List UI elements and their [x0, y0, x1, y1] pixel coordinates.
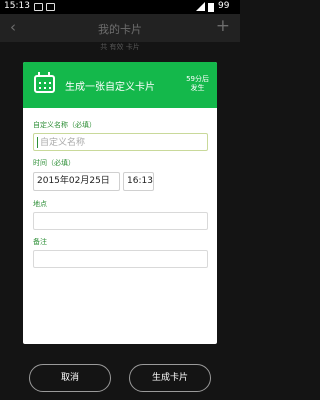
location-label: 地点 [33, 200, 47, 208]
create-card-dialog: 生成一张自定义卡片 59分后 发生 自定义名称（必填） 时间（必填） 2015年… [23, 62, 217, 344]
countdown-line-1: 59分后 [186, 75, 209, 83]
status-time: 15:13 [4, 1, 30, 11]
dialog-header: 生成一张自定义卡片 59分后 发生 [23, 62, 217, 108]
name-label: 自定义名称（必填） [33, 121, 96, 129]
status-bar: 15:13 99 [0, 0, 240, 14]
signal-icon [196, 2, 205, 11]
name-field[interactable] [33, 133, 208, 151]
card-count-subtitle: 共 有效 卡片 [100, 43, 140, 51]
countdown-line-2: 发生 [190, 84, 205, 92]
name-input[interactable] [40, 136, 200, 149]
calendar-icon [34, 72, 55, 93]
text-cursor [37, 137, 38, 148]
note-input[interactable] [40, 253, 200, 266]
dialog-title: 生成一张自定义卡片 [65, 82, 155, 93]
time-label: 时间（必填） [33, 159, 75, 167]
note-label: 备注 [33, 238, 47, 246]
date-picker[interactable]: 2015年02月25日 [33, 172, 120, 191]
battery-icon [208, 3, 214, 12]
time-picker[interactable]: 16:13 [123, 172, 154, 191]
app-bar: ‹ 我的卡片 + [0, 14, 240, 42]
image-notification-icon [34, 3, 43, 11]
battery-level: 99 [218, 1, 230, 11]
add-icon[interactable]: + [216, 16, 230, 36]
page-title: 我的卡片 [98, 23, 142, 36]
cancel-button[interactable]: 取消 [29, 364, 111, 392]
countdown-label: 59分后 发生 [186, 75, 209, 93]
location-input[interactable] [40, 215, 200, 228]
mail-notification-icon [46, 3, 55, 11]
note-field[interactable] [33, 250, 208, 268]
location-field[interactable] [33, 212, 208, 230]
create-card-button[interactable]: 生成卡片 [129, 364, 211, 392]
